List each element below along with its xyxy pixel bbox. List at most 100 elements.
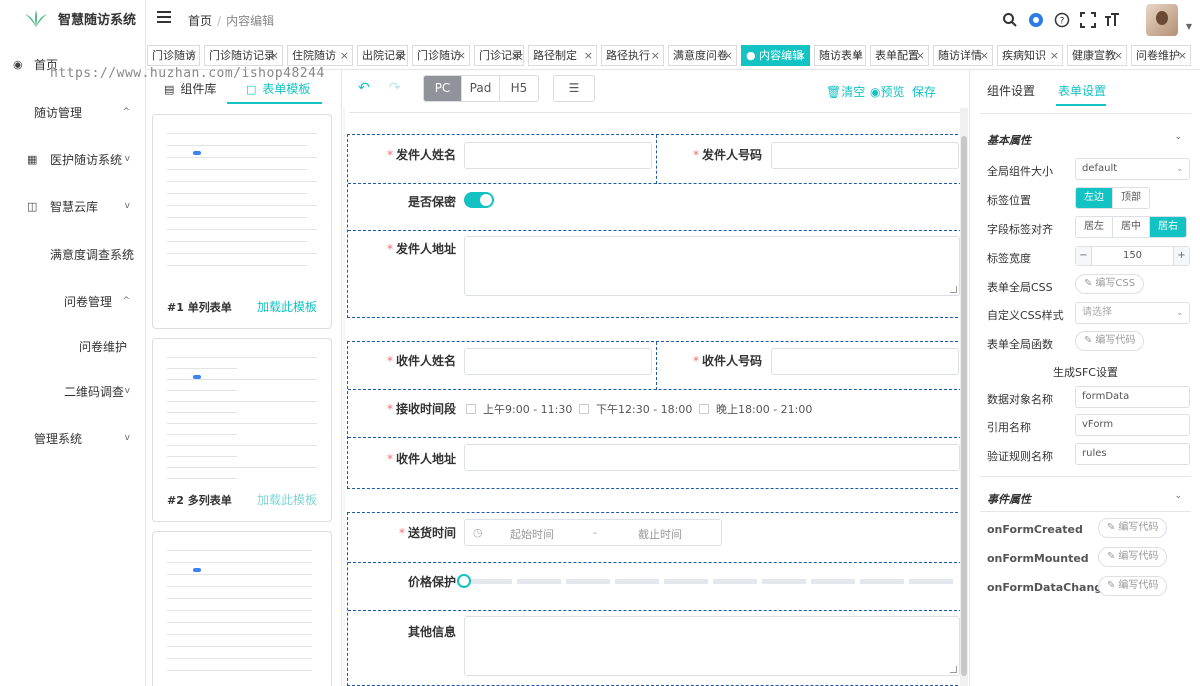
tag-item[interactable]: 问卷维护 × [1131, 45, 1191, 66]
close-icon[interactable]: × [511, 46, 520, 65]
label-position-top[interactable]: 顶部 [1113, 188, 1149, 208]
sidebar-item-questionnaire[interactable]: 问卷管理 ^ [0, 291, 146, 311]
basic-section-title[interactable]: 基本属性 [987, 132, 1031, 148]
device-pc-button[interactable]: PC [424, 76, 462, 101]
close-icon[interactable]: × [797, 46, 806, 65]
avatar[interactable] [1146, 4, 1178, 36]
confidential-switch[interactable] [464, 192, 494, 208]
sender-address-textarea[interactable] [464, 236, 960, 296]
label-width-stepper[interactable]: − 150 + [1075, 246, 1190, 266]
scrollbar-thumb[interactable] [961, 136, 967, 676]
edit-code-button[interactable]: ✎ 编写代码 [1098, 518, 1168, 538]
undo-icon[interactable]: ↶ [358, 80, 370, 96]
device-pad-button[interactable]: Pad [462, 76, 500, 101]
label-align-left[interactable]: 居左 [1076, 217, 1113, 237]
canvas-scrollbar[interactable] [960, 108, 968, 686]
search-icon[interactable] [1002, 12, 1018, 28]
sidebar-item-survey[interactable]: 满意度调查系统 ^ [0, 244, 146, 264]
tag-item[interactable]: 门诊随访 × [147, 45, 200, 66]
breadcrumb-home[interactable]: 首页 [188, 14, 212, 28]
close-icon[interactable]: × [651, 46, 660, 65]
tab-form-settings[interactable]: 表单设置 [1058, 82, 1106, 99]
template-card[interactable]: #1 单列表单 加载此模板 [152, 114, 332, 329]
tag-item[interactable]: 健康宣教 × [1067, 45, 1127, 66]
tag-item[interactable]: 住院随访 × [287, 45, 353, 66]
stepper-value[interactable]: 150 [1123, 250, 1142, 261]
close-icon[interactable]: × [916, 46, 925, 65]
sidebar-item-followup[interactable]: 随访管理 ^ [0, 102, 146, 122]
load-template-button[interactable]: 加载此模板 [257, 491, 317, 508]
label-align-center[interactable]: 居中 [1113, 217, 1150, 237]
font-size-icon[interactable] [1104, 12, 1120, 28]
price-protect-slider[interactable] [468, 579, 958, 584]
edit-css-button[interactable]: ✎ 编写CSS [1075, 274, 1145, 294]
tag-item[interactable]: 满意度问卷 × [668, 45, 737, 66]
tag-item[interactable]: 随访表单 × [814, 45, 866, 66]
event-section-title[interactable]: 事件属性 [987, 491, 1031, 507]
close-icon[interactable]: × [187, 46, 196, 65]
caret-down-icon[interactable]: ▼ [1186, 22, 1192, 31]
custom-css-select[interactable]: 请选择 ⌄ [1075, 302, 1190, 324]
sidebar-item-medical[interactable]: ▦ 医护随访系统 v [0, 149, 146, 169]
tag-item[interactable]: 门诊随访记录 × [204, 45, 283, 66]
preview-button[interactable]: ◉预览 [870, 83, 905, 100]
tag-item[interactable]: 门诊记录 × [474, 45, 524, 66]
github-icon[interactable] [1028, 12, 1044, 28]
device-h5-button[interactable]: H5 [500, 76, 538, 101]
receiver-name-input[interactable] [464, 348, 652, 375]
grid-container-delivery[interactable]: * 送货时间 ◷ 起始时间 - 截止时间 价格保护 其他信息 [347, 512, 963, 686]
grid-container-receiver[interactable]: * 收件人姓名 * 收件人号码 * 接收时间段 上午9:00 - 11:30 下午12… [347, 341, 963, 489]
sidebar-item-cloud[interactable]: ◫ 智慧云库 v [0, 196, 146, 216]
other-info-textarea[interactable] [464, 616, 960, 676]
close-icon[interactable]: × [395, 46, 404, 65]
tag-item[interactable]: 疾病知识 × [997, 45, 1063, 66]
receiver-phone-input[interactable] [771, 348, 959, 375]
label-position-left[interactable]: 左边 [1076, 188, 1113, 208]
close-icon[interactable]: × [270, 46, 279, 65]
edit-code-button[interactable]: ✎ 编写代码 [1075, 331, 1145, 351]
chevron-down-icon[interactable]: ⌄ [1174, 491, 1182, 501]
size-select[interactable]: default ⌄ [1075, 158, 1190, 180]
close-icon[interactable]: × [1050, 46, 1059, 65]
sender-phone-input[interactable] [771, 142, 959, 169]
edit-code-button[interactable]: ✎ 编写代码 [1098, 547, 1168, 567]
tag-item[interactable]: 表单配置 × [870, 45, 929, 66]
slider-handle[interactable] [457, 574, 471, 588]
tag-item[interactable]: ● 内容编辑 × [741, 45, 810, 66]
redo-icon[interactable]: ↷ [389, 80, 401, 96]
minus-icon[interactable]: − [1076, 247, 1092, 265]
time-option-checkbox[interactable]: 晚上18:00 - 21:00 [699, 401, 812, 417]
ref-name-input[interactable]: vForm [1075, 414, 1190, 436]
template-card[interactable] [152, 531, 332, 686]
menu-toggle-icon[interactable] [157, 11, 171, 25]
close-icon[interactable]: × [340, 46, 349, 65]
delivery-time-range-picker[interactable]: ◷ 起始时间 - 截止时间 [464, 519, 722, 546]
template-card[interactable]: #2 多列表单 加载此模板 [152, 338, 332, 522]
clear-button[interactable]: 🗑清空 [826, 83, 865, 100]
sidebar-item-qrcode[interactable]: 二维码调查 v [0, 381, 146, 401]
sidebar-item-questionnaire-maintain[interactable]: 问卷维护 [0, 336, 146, 356]
chevron-down-icon[interactable]: ⌄ [1174, 132, 1182, 142]
label-align-right[interactable]: 居右 [1150, 217, 1186, 237]
close-icon[interactable]: × [584, 46, 593, 65]
time-option-checkbox[interactable]: 下午12:30 - 18:00 [579, 401, 692, 417]
tag-item[interactable]: 路径执行 × [601, 45, 664, 66]
close-icon[interactable]: × [457, 46, 466, 65]
sender-name-input[interactable] [464, 142, 652, 169]
grid-container-sender[interactable]: * 发件人姓名 * 发件人号码 是否保密 * 发件人地址 [347, 134, 963, 318]
tab-component-settings[interactable]: 组件设置 [987, 82, 1035, 99]
load-template-button[interactable]: 加载此模板 [257, 298, 317, 315]
tag-item[interactable]: 路径制定 × [528, 45, 597, 66]
save-button[interactable]: 保存 [912, 83, 936, 100]
time-option-checkbox[interactable]: 上午9:00 - 11:30 [466, 401, 572, 417]
close-icon[interactable]: × [724, 46, 733, 65]
close-icon[interactable]: × [853, 46, 862, 65]
close-icon[interactable]: × [1178, 46, 1187, 65]
edit-code-button[interactable]: ✎ 编写代码 [1098, 576, 1168, 596]
data-object-input[interactable]: formData [1075, 386, 1190, 408]
rules-name-input[interactable]: rules [1075, 443, 1190, 465]
help-icon[interactable]: ? [1054, 12, 1070, 28]
sidebar-item-admin[interactable]: 管理系统 v [0, 428, 146, 448]
tag-item[interactable]: 出院记录 × [357, 45, 408, 66]
fullscreen-icon[interactable] [1080, 12, 1096, 28]
